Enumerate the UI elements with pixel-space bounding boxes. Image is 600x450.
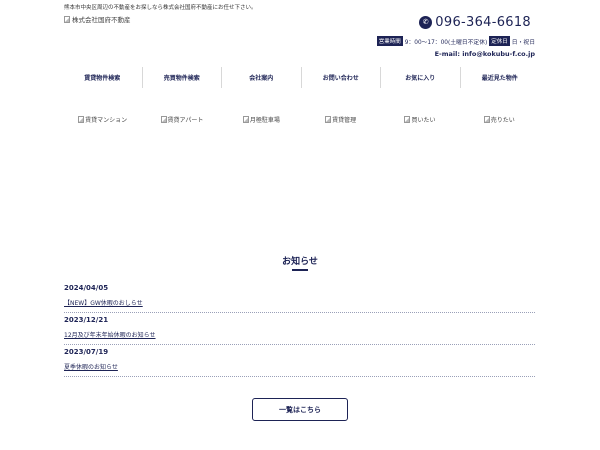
- phone-contact[interactable]: ✆ 096-364-6618: [419, 15, 531, 30]
- category-label: 賃貸管理: [332, 117, 357, 124]
- category-label: 賃貸アパート: [167, 117, 204, 124]
- news-date: 2023/07/19: [64, 348, 109, 356]
- phone-icon: ✆: [419, 16, 433, 29]
- site-tagline: 熊本市中央区周辺の不動産をお探しなら株式会社国府不動産にお任せ下さい。: [64, 5, 257, 11]
- category-monthly-parking[interactable]: 月極駐車場: [222, 115, 301, 124]
- broken-image-icon: [78, 116, 85, 123]
- nav-recently-viewed[interactable]: 最近見た物件: [461, 67, 540, 88]
- hours-tag: 営業時間: [376, 36, 403, 46]
- news-heading-underline: [292, 269, 308, 271]
- holiday-tag: 定休日: [489, 36, 510, 46]
- nav-company[interactable]: 会社案内: [222, 67, 302, 88]
- news-title-link[interactable]: 夏季休暇のお知らせ: [64, 362, 535, 371]
- hours-text: 9：00～17：00(土曜日不定休): [404, 39, 488, 46]
- broken-image-icon: [160, 116, 167, 123]
- category-label: 月極駐車場: [249, 117, 280, 124]
- global-nav: 賃貸物件検索 売買物件検索 会社案内 お問い合わせ お気に入り 最近見た物件: [63, 67, 539, 88]
- category-rental-mansion[interactable]: 賃貸マンション: [63, 115, 142, 124]
- category-links: 賃貸マンション 賃貸アパート 月極駐車場 賃貸管理 買いたい 売りたい: [63, 115, 539, 124]
- category-label: 賃貸マンション: [85, 117, 128, 124]
- nav-favorites[interactable]: お気に入り: [381, 67, 461, 88]
- email-link[interactable]: E-mail: info@kokubu-f.co.jp: [435, 50, 535, 58]
- category-label: 売りたい: [490, 117, 515, 124]
- site-logo[interactable]: 株式会社国府不動産: [64, 14, 131, 24]
- logo-alt-text: 株式会社国府不動産: [72, 16, 131, 24]
- news-heading: お知らせ: [282, 257, 318, 267]
- news-list: 2024/04/05 【NEW】GW休暇のおしらせ 2023/12/21 12月…: [64, 281, 535, 377]
- category-sell[interactable]: 売りたい: [460, 115, 539, 124]
- business-hours: 営業時間 9：00～17：00(土曜日不定休) 定休日 日・祝日: [376, 36, 535, 46]
- nav-contact[interactable]: お問い合わせ: [302, 67, 381, 88]
- nav-rent-search[interactable]: 賃貸物件検索: [63, 67, 143, 88]
- category-rental-management[interactable]: 賃貸管理: [301, 115, 380, 124]
- news-title-link[interactable]: 12月及び年末年始休暇のお知らせ: [64, 330, 535, 339]
- news-more-button[interactable]: 一覧はこちら: [252, 398, 348, 421]
- news-item: 2024/04/05 【NEW】GW休暇のおしらせ: [64, 281, 535, 313]
- category-rental-apartment[interactable]: 賃貸アパート: [142, 115, 221, 124]
- broken-image-icon: [64, 15, 70, 23]
- category-label: 買いたい: [411, 117, 436, 124]
- broken-image-icon: [242, 116, 249, 123]
- holiday-text: 日・祝日: [511, 39, 535, 46]
- news-title-link[interactable]: 【NEW】GW休暇のおしらせ: [64, 298, 535, 307]
- news-item: 2023/07/19 夏季休暇のお知らせ: [64, 345, 535, 377]
- news-date: 2023/12/21: [64, 316, 109, 324]
- broken-image-icon: [404, 116, 411, 123]
- category-buy[interactable]: 買いたい: [380, 115, 459, 124]
- news-item: 2023/12/21 12月及び年末年始休暇のお知らせ: [64, 313, 535, 345]
- nav-sale-search[interactable]: 売買物件検索: [143, 67, 222, 88]
- broken-image-icon: [325, 116, 332, 123]
- phone-number: 096-364-6618: [435, 15, 531, 30]
- broken-image-icon: [483, 116, 490, 123]
- news-date: 2024/04/05: [64, 284, 109, 292]
